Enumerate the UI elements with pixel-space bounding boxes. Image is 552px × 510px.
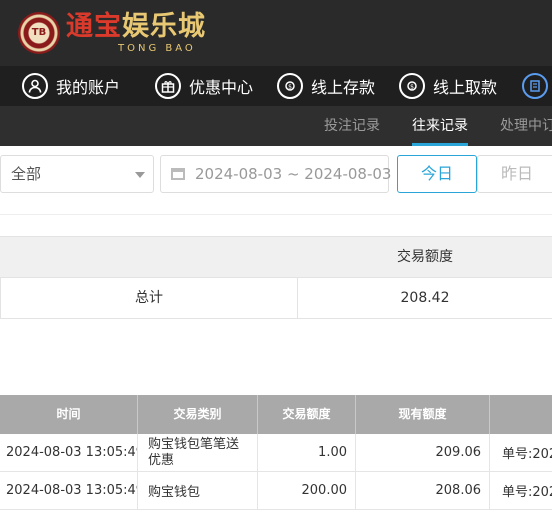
tab-bet-records[interactable]: 投注记录 [324,106,380,146]
user-icon [22,73,48,99]
chevron-down-icon [135,172,145,178]
summary-total-label: 总计 [0,278,298,318]
logo-text: 通宝娱乐城 TONG BAO [66,11,206,55]
logo-en: TONG BAO [118,43,196,54]
nav-online-deposit[interactable]: $ 线上存款 [277,66,375,106]
records-table-header: 时间 交易类别 交易额度 现有额度 [0,395,552,434]
table-row: 2024-08-03 13:05:49 购宝钱包笔笔送优惠 1.00 209.0… [0,434,552,472]
divider [0,214,552,215]
summary-total-value: 208.42 [400,290,450,306]
main-nav: 我的账户 优惠中心 $ 线上存款 $ 线上取款 [0,66,552,108]
col-balance: 现有额度 [356,395,490,434]
svg-text:$: $ [410,84,414,91]
date-range-picker[interactable]: 2024-08-03 ~ 2024-08-03 [160,155,392,193]
table-row: 2024-08-03 13:05:49 购宝钱包 200.00 208.06 单… [0,472,552,510]
today-button[interactable]: 今日 [397,155,477,193]
nav-more[interactable] [522,66,552,106]
summary-amount-header: 交易额度 [397,249,453,265]
nav-label: 线上取款 [433,78,498,97]
logo-cn: 通宝娱乐城 [66,11,206,43]
withdraw-icon: $ [399,73,425,99]
cell-time: 2024-08-03 13:05:49 [0,434,138,471]
cell-amount: 200.00 [258,472,356,509]
transaction-type-select[interactable]: 全部 [0,155,154,193]
nav-label: 线上存款 [311,78,376,97]
tab-pending-orders[interactable]: 处理中订 [500,106,552,146]
summary-header: 交易额度 [0,236,552,277]
summary-row: 总计 208.42 [0,277,552,319]
cell-ref: 单号:202 [502,447,552,462]
date-range-value: 2024-08-03 ~ 2024-08-03 [195,165,392,183]
col-time: 时间 [0,395,138,434]
select-value: 全部 [11,165,42,183]
gift-icon [155,73,181,99]
cell-ref: 单号:202 [502,485,552,500]
site-header: TB 通宝娱乐城 TONG BAO [0,0,552,66]
record-icon [522,73,548,99]
col-amount: 交易额度 [258,395,356,434]
cell-balance: 209.06 [356,434,490,471]
col-type: 交易类别 [138,395,258,434]
nav-label: 我的账户 [56,78,121,97]
tab-transaction-records[interactable]: 往来记录 [412,106,468,146]
logo-cn-part2: 娱乐城 [122,11,206,42]
col-ref [490,395,552,434]
logo-cn-part1: 通宝 [66,11,122,42]
casino-chip-icon: TB [18,12,60,54]
svg-text:$: $ [288,84,292,91]
nav-online-withdraw[interactable]: $ 线上取款 [399,66,497,106]
tongbao-logo[interactable]: TB 通宝娱乐城 TONG BAO [18,8,206,58]
cell-time: 2024-08-03 13:05:49 [0,472,138,509]
nav-label: 优惠中心 [189,78,254,97]
cell-type: 购宝钱包笔笔送优惠 [138,434,258,471]
cell-amount: 1.00 [258,434,356,471]
cell-type: 购宝钱包 [138,472,258,509]
calendar-icon [171,168,185,180]
record-tabs: 投注记录 往来记录 处理中订 [0,106,552,146]
deposit-icon: $ [277,73,303,99]
yesterday-button[interactable]: 昨日 [477,155,552,193]
nav-promotions[interactable]: 优惠中心 [155,66,253,106]
nav-my-account[interactable]: 我的账户 [22,66,120,106]
cell-balance: 208.06 [356,472,490,509]
logo-badge: TB [31,27,47,38]
